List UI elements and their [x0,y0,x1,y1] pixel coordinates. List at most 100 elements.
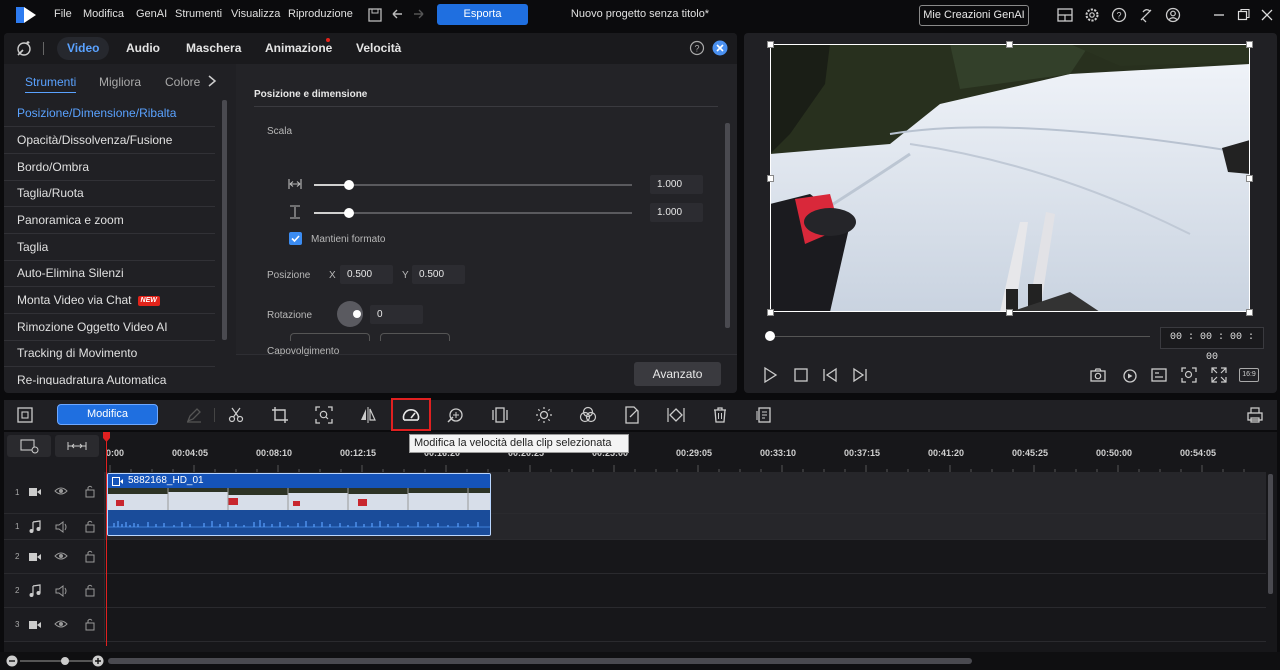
edit-button[interactable]: Modifica [57,404,158,425]
resize-handle-bottom-right[interactable] [1246,309,1253,316]
lock-icon[interactable] [84,519,96,533]
help-icon[interactable]: ? [1110,6,1128,24]
track-video-3[interactable]: 3 [4,608,1266,642]
stop-icon[interactable] [792,366,810,384]
menu-edit[interactable]: Modifica [83,0,124,30]
help-circle-icon[interactable]: ? [689,40,705,56]
rotation-dial[interactable] [337,301,363,327]
tool-opacity-fade-blend[interactable]: Opacità/Dissolvenza/Fusione [4,127,215,154]
tool-ai-object-removal[interactable]: Rimozione Oggetto Video AI [4,314,215,341]
zoom-fit-icon[interactable] [1180,366,1198,384]
fit-timeline-button[interactable] [55,435,99,457]
magic-effect-icon[interactable] [445,405,465,425]
playhead-line[interactable] [106,432,107,646]
flip-vertical-button[interactable] [380,333,450,341]
resize-handle-left[interactable] [767,175,774,182]
zoom-slider-track[interactable] [20,660,92,662]
tab-audio[interactable]: Audio [126,33,160,64]
fullscreen-icon[interactable] [1210,366,1228,384]
timeline-horizontal-scrollbar[interactable] [108,658,972,664]
video-stabilizer-icon[interactable] [490,405,510,425]
menu-view[interactable]: Visualizza [231,0,280,30]
split-scissors-icon[interactable] [226,405,246,425]
visibility-eye-icon[interactable] [54,550,68,562]
tool-trim[interactable]: Taglia [4,234,215,261]
subtab-tools[interactable]: Strumenti [25,75,77,93]
media-library-icon[interactable] [15,405,35,425]
menu-genai[interactable]: GenAI [136,0,167,30]
tab-mask[interactable]: Maschera [186,33,241,64]
menu-file[interactable]: File [54,0,72,30]
more-tools-icon[interactable] [754,405,774,425]
playhead-marker[interactable] [103,432,110,442]
height-scale-input[interactable]: 1.000 [650,203,703,222]
playback-seek-knob[interactable] [765,331,775,341]
lock-icon[interactable] [84,549,96,563]
tool-position-size-flip[interactable]: Posizione/Dimensione/Ribalta [4,100,215,127]
next-frame-icon[interactable] [851,366,869,384]
timeline-vertical-scrollbar[interactable] [1268,474,1273,594]
width-scale-slider-track[interactable] [314,184,632,186]
resize-handle-top[interactable] [1006,41,1013,48]
export-frame-icon[interactable] [622,405,642,425]
layout-icon[interactable] [1056,6,1074,24]
visibility-eye-icon[interactable] [54,485,68,497]
notification-icon[interactable] [1137,6,1155,24]
my-creations-button[interactable]: Mie Creazioni GenAI [919,5,1029,26]
keyframe-icon[interactable] [666,405,686,425]
advanced-button[interactable]: Avanzato [634,362,721,386]
track-audio-2[interactable]: 2 [4,574,1266,608]
track-video-2[interactable]: 2 [4,540,1266,574]
brightness-icon[interactable] [534,405,554,425]
tool-pan-zoom[interactable]: Panoramica e zoom [4,207,215,234]
subtab-color[interactable]: Colore [165,75,200,89]
tool-edit-via-chat[interactable]: Monta Video via Chat NEW [4,287,215,314]
redo-icon[interactable] [410,6,428,24]
minimize-icon[interactable] [1210,6,1228,24]
tab-video[interactable]: Video [57,37,110,60]
width-scale-slider-knob[interactable] [344,180,354,190]
snapshot-camera-icon[interactable] [1089,366,1107,384]
account-icon[interactable] [1164,6,1182,24]
flip-mirror-icon[interactable] [358,405,378,425]
edit-pen-icon[interactable] [184,405,204,425]
resize-handle-bottom[interactable] [1006,309,1013,316]
resize-handle-right[interactable] [1246,175,1253,182]
width-scale-input[interactable]: 1.000 [650,175,703,194]
tab-animation[interactable]: Animazione [265,33,332,64]
zoom-in-icon[interactable] [92,655,104,667]
position-x-input[interactable]: 0.500 [340,265,393,284]
preview-quality-icon[interactable] [1121,366,1139,384]
video-clip[interactable]: 5882168_HD_01 [107,473,491,536]
zoom-region-icon[interactable] [314,405,334,425]
tool-motion-tracking[interactable]: Tracking di Movimento [4,340,215,367]
zoom-slider-knob[interactable] [61,657,69,665]
lock-icon[interactable] [84,583,96,597]
close-window-icon[interactable] [1258,6,1276,24]
track-manager-button[interactable] [7,435,51,457]
export-button[interactable]: Esporta [437,4,528,25]
crop-icon[interactable] [270,405,290,425]
previous-frame-icon[interactable] [821,366,839,384]
settings-gear-icon[interactable] [1083,6,1101,24]
aspect-ratio-button[interactable]: 16:9 [1239,368,1259,382]
display-settings-icon[interactable] [1150,366,1168,384]
height-scale-slider-track[interactable] [314,212,632,214]
tab-speed[interactable]: Velocità [356,33,401,64]
resize-handle-bottom-left[interactable] [767,309,774,316]
delete-trash-icon[interactable] [710,405,730,425]
position-y-input[interactable]: 0.500 [412,265,465,284]
volume-speaker-icon[interactable] [54,584,68,598]
subtab-next-chevron-icon[interactable] [206,74,218,88]
tool-auto-remove-silence[interactable]: Auto-Elimina Silenzi [4,260,215,287]
magic-tools-icon[interactable] [14,39,34,59]
menu-playback[interactable]: Riproduzione [288,0,353,30]
resize-handle-top-left[interactable] [767,41,774,48]
close-panel-icon[interactable] [712,40,728,56]
lock-icon[interactable] [84,484,96,498]
color-blend-icon[interactable] [578,405,598,425]
tool-border-shadow[interactable]: Bordo/Ombra [4,154,215,181]
time-ruler[interactable]: 0:00 00:04:05 00:08:10 00:12:15 00:16:20… [105,432,1266,472]
rotation-input[interactable]: 0 [370,305,423,324]
playback-seek-track[interactable] [770,336,1150,337]
